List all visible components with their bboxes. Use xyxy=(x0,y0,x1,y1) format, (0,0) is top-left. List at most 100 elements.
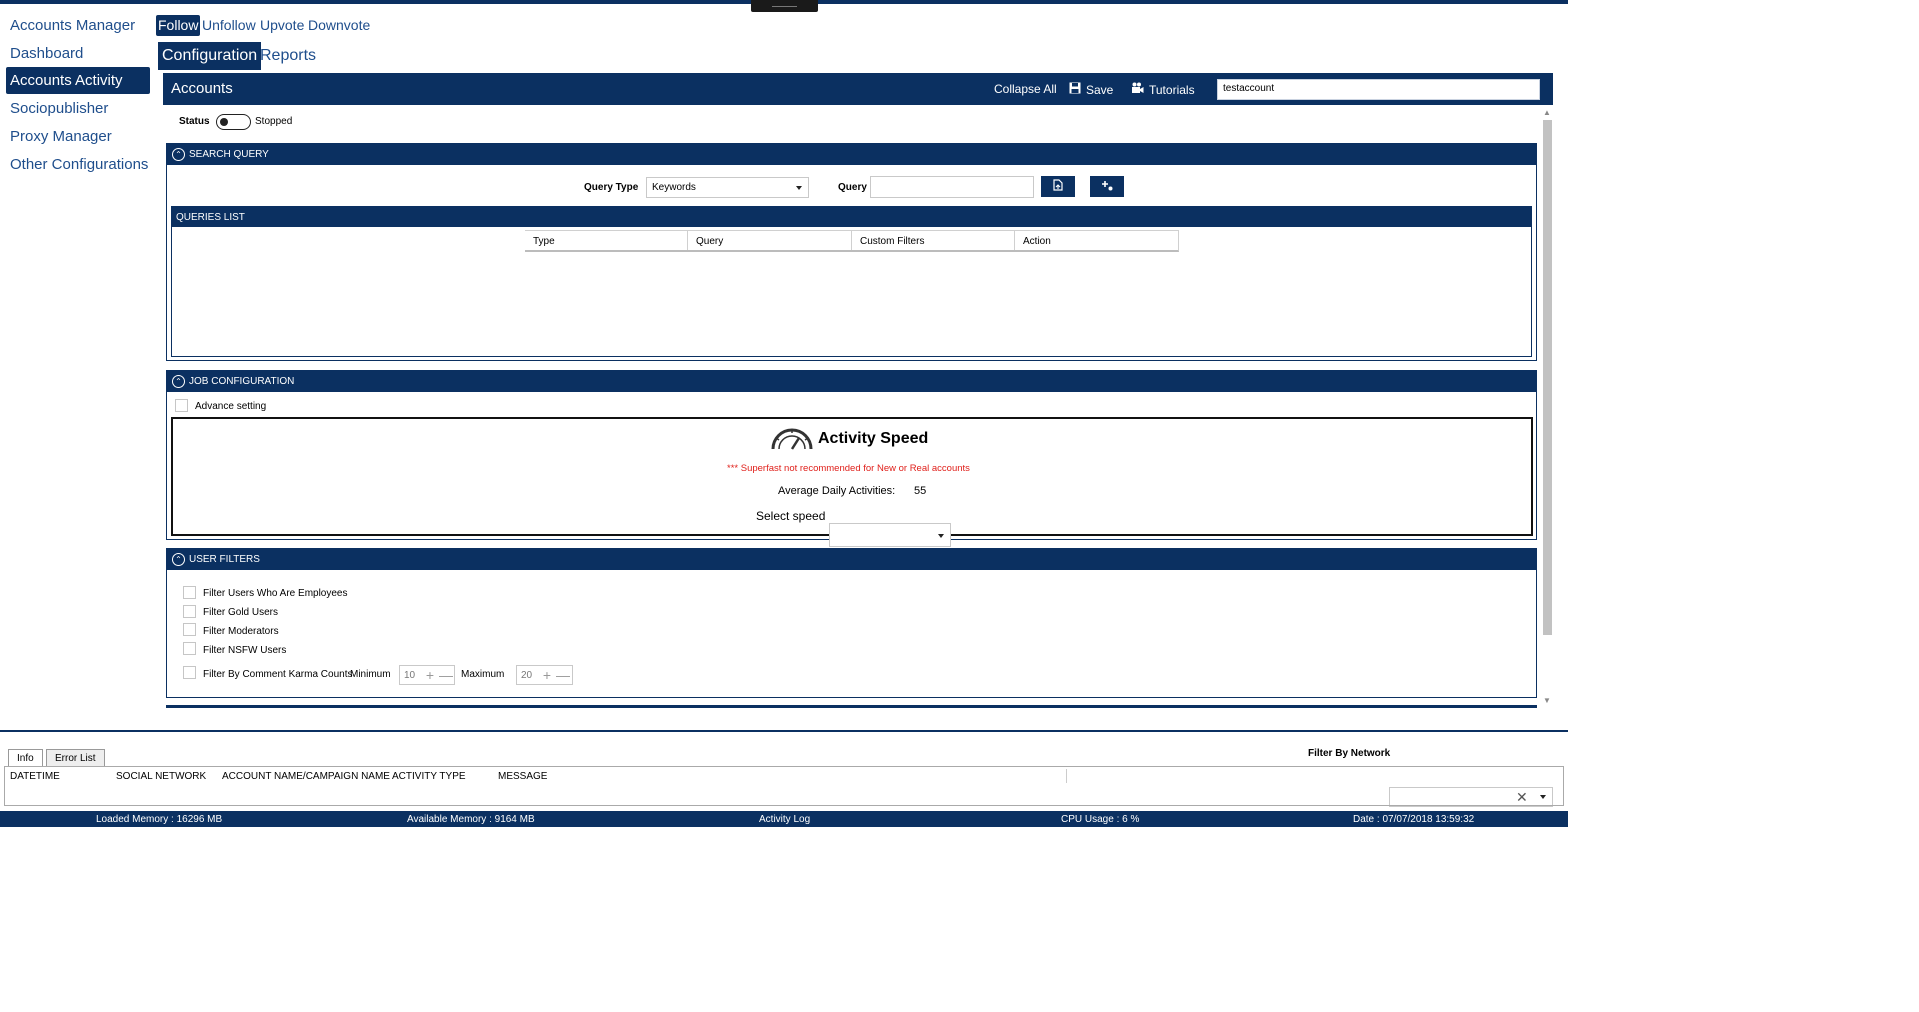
tab-configuration[interactable]: Configuration xyxy=(158,42,262,70)
activity-log-label[interactable]: Activity Log xyxy=(759,814,810,825)
collapse-icon[interactable]: ⌃ xyxy=(172,148,185,161)
nav-other-configurations[interactable]: Other Configurations xyxy=(6,151,150,178)
scrollbar-thumb[interactable] xyxy=(1543,120,1552,635)
user-filters-title: USER FILTERS xyxy=(189,554,260,565)
tab-unfollow[interactable]: Unfollow xyxy=(200,15,258,36)
log-column-social-network[interactable]: SOCIAL NETWORK xyxy=(116,771,206,782)
tab-error-list[interactable]: Error List xyxy=(46,749,105,766)
account-selector[interactable]: testaccount xyxy=(1217,79,1540,100)
column-header-custom-filters[interactable]: Custom Filters xyxy=(852,231,1015,250)
filter-employees-checkbox[interactable] xyxy=(183,586,196,599)
filter-karma-label: Filter By Comment Karma Counts xyxy=(203,669,353,680)
avg-daily-activities-value: 55 xyxy=(914,485,927,497)
column-header-query[interactable]: Query xyxy=(688,231,852,250)
nav-sociopublisher[interactable]: Sociopublisher xyxy=(6,95,150,122)
log-column-message[interactable]: MESSAGE xyxy=(498,771,547,782)
filter-moderators-checkbox[interactable] xyxy=(183,623,196,636)
nav-accounts-activity[interactable]: Accounts Activity xyxy=(6,67,150,94)
log-column-activity-type[interactable]: ACTIVITY TYPE xyxy=(392,771,466,782)
nav-dashboard[interactable]: Dashboard xyxy=(6,40,150,67)
content-bottom-edge xyxy=(166,705,1537,708)
chevron-down-icon xyxy=(796,186,802,190)
log-column-divider xyxy=(1066,769,1067,783)
avg-daily-activities-label: Average Daily Activities: xyxy=(778,485,896,497)
select-speed-label: Select speed xyxy=(756,509,826,523)
save-button[interactable]: Save xyxy=(1069,82,1113,97)
filter-gold-users-checkbox[interactable] xyxy=(183,605,196,618)
tab-info[interactable]: Info xyxy=(8,749,43,766)
collapse-icon[interactable]: ⌃ xyxy=(172,553,185,566)
tutorials-button[interactable]: Tutorials xyxy=(1131,82,1195,97)
karma-maximum-label: Maximum xyxy=(461,669,505,680)
plus-icon[interactable]: + xyxy=(422,667,438,683)
status-toggle[interactable] xyxy=(216,114,251,130)
karma-maximum-stepper[interactable]: 20 + — xyxy=(516,665,573,685)
loaded-memory: Loaded Memory : 16296 MB xyxy=(96,814,223,825)
search-query-title: SEARCH QUERY xyxy=(189,149,269,160)
speed-select[interactable] xyxy=(829,523,951,547)
current-date: Date : 07/07/2018 13:59:32 xyxy=(1353,814,1475,825)
save-label: Save xyxy=(1086,82,1114,97)
collapse-all-label: Collapse All xyxy=(994,82,1057,96)
query-type-value: Keywords xyxy=(652,182,696,193)
minus-icon[interactable]: — xyxy=(438,667,454,683)
minus-icon[interactable]: — xyxy=(555,667,571,683)
available-memory: Available Memory : 9164 MB xyxy=(407,814,535,825)
karma-maximum-value: 20 xyxy=(521,669,533,681)
vertical-scrollbar[interactable]: ▲ ▼ xyxy=(1541,106,1555,706)
user-filters-header[interactable]: ⌃ USER FILTERS xyxy=(167,549,1536,570)
queries-list-title: QUERIES LIST xyxy=(176,212,245,223)
filter-moderators-label: Filter Moderators xyxy=(203,626,279,637)
advance-setting-checkbox[interactable] xyxy=(175,399,188,412)
queries-list-header: QUERIES LIST xyxy=(172,207,1531,227)
collapse-icon[interactable]: ⌃ xyxy=(172,375,185,388)
add-query-button[interactable] xyxy=(1090,176,1124,197)
log-column-datetime[interactable]: DATETIME xyxy=(10,771,60,782)
cpu-usage: CPU Usage : 6 % xyxy=(1061,814,1140,825)
tab-downvote[interactable]: Downvote xyxy=(306,15,372,36)
filter-karma-checkbox[interactable] xyxy=(183,666,196,679)
speedometer-icon xyxy=(770,425,814,456)
activity-speed-title: Activity Speed xyxy=(818,430,929,447)
plus-icon[interactable]: + xyxy=(539,667,555,683)
search-query-header[interactable]: ⌃ SEARCH QUERY xyxy=(167,144,1536,165)
advance-setting-label: Advance setting xyxy=(195,401,267,412)
collapse-all-button[interactable]: Collapse All xyxy=(994,82,1057,96)
query-type-label: Query Type xyxy=(584,182,639,193)
video-camera-icon xyxy=(1131,82,1144,97)
status-value: Stopped xyxy=(255,116,293,127)
log-column-account-name[interactable]: ACCOUNT NAME/CAMPAIGN NAME xyxy=(222,771,390,782)
tab-upvote[interactable]: Upvote xyxy=(258,15,306,36)
page-title: Accounts xyxy=(171,80,233,97)
karma-minimum-value: 10 xyxy=(404,669,416,681)
job-configuration-header[interactable]: ⌃ JOB CONFIGURATION xyxy=(167,371,1536,392)
add-sparkle-icon xyxy=(1101,178,1113,196)
import-file-icon xyxy=(1052,178,1064,196)
karma-minimum-label: Minimum xyxy=(350,669,391,680)
tab-follow[interactable]: Follow xyxy=(156,15,201,36)
query-label: Query xyxy=(838,182,867,193)
queries-list-panel: QUERIES LIST xyxy=(171,206,1532,357)
filter-nsfw-label: Filter NSFW Users xyxy=(203,645,287,656)
query-type-select[interactable]: Keywords xyxy=(646,177,809,198)
column-header-action[interactable]: Action xyxy=(1015,231,1177,250)
filter-gold-users-label: Filter Gold Users xyxy=(203,607,279,618)
nav-proxy-manager[interactable]: Proxy Manager xyxy=(6,123,150,150)
tab-reports[interactable]: Reports xyxy=(256,42,320,70)
column-header-type[interactable]: Type xyxy=(525,231,688,250)
scroll-down-arrow-icon[interactable]: ▼ xyxy=(1543,696,1551,705)
window-drag-handle[interactable] xyxy=(751,0,818,12)
speed-warning-text: *** Superfast not recommended for New or… xyxy=(727,463,970,474)
filter-nsfw-checkbox[interactable] xyxy=(183,642,196,655)
status-label: Status xyxy=(179,116,210,127)
query-input[interactable] xyxy=(870,176,1034,198)
filter-employees-label: Filter Users Who Are Employees xyxy=(203,588,348,599)
tutorials-label: Tutorials xyxy=(1149,82,1195,97)
karma-minimum-stepper[interactable]: 10 + — xyxy=(399,665,455,685)
import-queries-button[interactable] xyxy=(1041,176,1075,197)
log-divider xyxy=(0,730,1568,732)
job-configuration-title: JOB CONFIGURATION xyxy=(189,376,295,387)
scroll-up-arrow-icon[interactable]: ▲ xyxy=(1543,108,1551,117)
queries-table-header: Type Query Custom Filters Action xyxy=(525,230,1179,252)
nav-accounts-manager[interactable]: Accounts Manager xyxy=(6,12,150,39)
